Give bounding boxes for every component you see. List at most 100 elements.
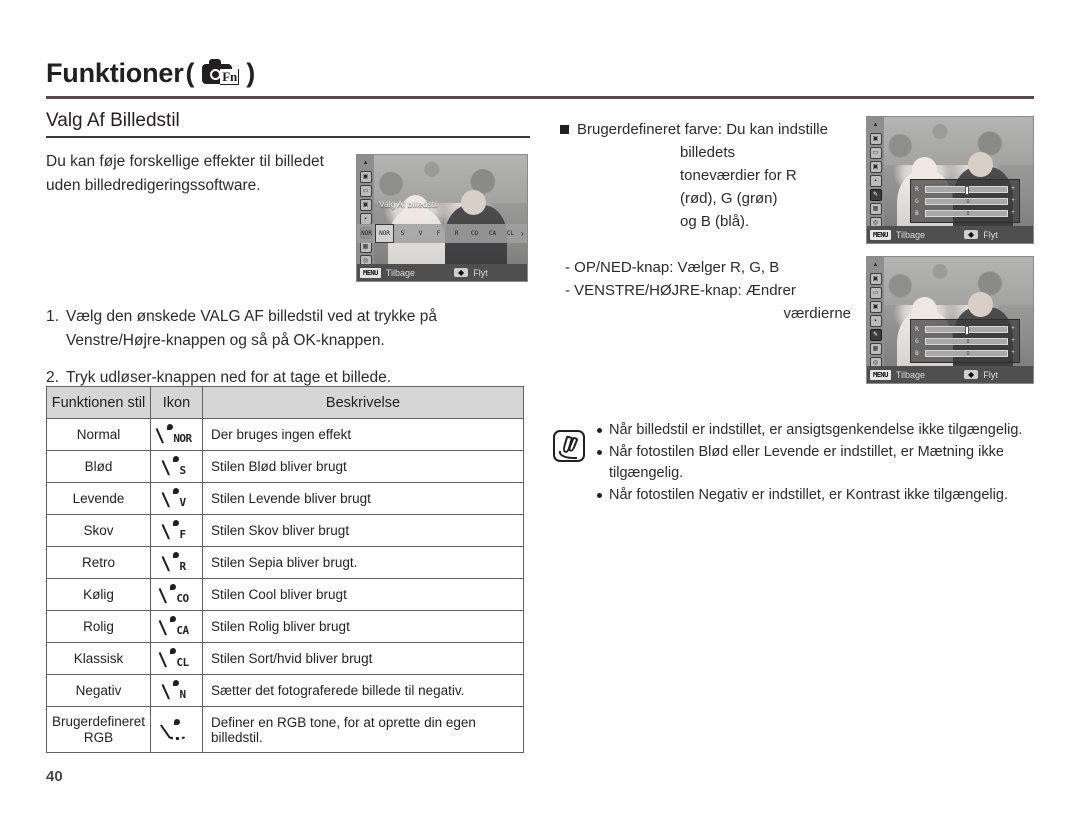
col-header-style: Funktionen stil: [46, 386, 151, 419]
cell-style: Rolig: [46, 610, 151, 643]
note-text: Når fotostilen Negativ er indstillet, er…: [609, 487, 1008, 503]
note-text: Når billedstil er indstillet, er ansigts…: [609, 422, 1023, 438]
brush-glyph: [168, 719, 182, 740]
lcd-icon-drive[interactable]: ▪: [869, 315, 882, 327]
lcd-rgb-row-g[interactable]: G 0 +: [915, 336, 1015, 346]
lcd-move-key-icon[interactable]: ◆: [964, 370, 979, 379]
lcd-menu-key[interactable]: MENU: [360, 267, 381, 278]
style-icon-suffix: NOR: [173, 432, 192, 445]
lcd-style-item[interactable]: NOR: [358, 225, 375, 242]
lcd-rgb-slider[interactable]: 0: [925, 197, 1009, 205]
cell-icon: NOR: [150, 418, 203, 451]
lcd-icon-imageadjust[interactable]: ▦: [869, 343, 882, 355]
lcd-icon-resolution[interactable]: ▣: [869, 273, 882, 285]
section-divider: [46, 136, 530, 138]
lcd-icon-drive[interactable]: ▪: [869, 175, 882, 187]
lcd-rgb-panel[interactable]: R 0 + G 0 + B 0 +: [910, 319, 1020, 363]
lcd-icon-quality[interactable]: ▭: [869, 147, 882, 159]
lcd-bottom-bar: MENU Tilbage ◆ Flyt: [867, 366, 1033, 383]
lcd-icon-metering[interactable]: ▣: [869, 161, 882, 173]
lcd-style-item[interactable]: F: [430, 225, 447, 242]
lcd-back-label: Tilbage: [385, 267, 416, 278]
lcd-rgb-panel[interactable]: R 0 + G 0 + B 0 +: [910, 179, 1020, 223]
lcd-move-key-icon[interactable]: ◆: [964, 230, 979, 239]
lcd-rgb-plus-icon: +: [1011, 338, 1015, 344]
cell-desc: Stilen Skov bliver brugt: [202, 514, 524, 547]
brush-glyph: [164, 584, 178, 605]
style-brush-icon: CL: [164, 645, 189, 669]
cell-icon: F: [150, 514, 203, 547]
lcd-icon-resolution[interactable]: ▣: [359, 171, 372, 183]
lcd-more-arrow-icon[interactable]: ›: [521, 229, 524, 238]
lcd-rgb-row-r[interactable]: R 0 +: [915, 324, 1015, 335]
cell-desc: Stilen Cool bliver brugt: [202, 578, 524, 611]
lcd-rgb-value: 0: [966, 350, 970, 357]
lcd-style-item[interactable]: CA: [484, 225, 501, 242]
lcd-rgb-row-g[interactable]: G 0 +: [915, 196, 1015, 206]
lcd-rgb-slider[interactable]: 0: [925, 325, 1009, 335]
lcd-back-label: Tilbage: [895, 229, 926, 240]
list-item: 1. Vælg den ønskede VALG AF billedstil v…: [46, 305, 530, 353]
lcd-icon-photostyle[interactable]: ✎: [869, 329, 882, 341]
cell-desc: Der bruges ingen effekt: [202, 418, 524, 451]
lcd-icon-metering[interactable]: ▣: [869, 301, 882, 313]
lcd-rgb-slider[interactable]: 0: [925, 185, 1009, 195]
table-row: Klassisk CL Stilen Sort/hvid bliver brug…: [46, 642, 524, 675]
table-header: Funktionen stil Ikon Beskrivelse: [46, 386, 524, 419]
cell-style: Normal: [46, 418, 151, 451]
lcd-menu-key[interactable]: MENU: [870, 229, 891, 240]
intro-paragraph: Du kan føje forskellige effekter til bil…: [46, 153, 324, 194]
square-bullet-icon: [560, 125, 569, 134]
lcd-icon-up-arrow[interactable]: ▲: [870, 259, 882, 271]
lcd-icon-quality[interactable]: ▭: [869, 287, 882, 299]
lcd-icon-imageadjust[interactable]: ▦: [869, 203, 882, 215]
key-line-1: - OP/NED-knap: Vælger R, G, B: [565, 259, 780, 276]
lcd-style-item[interactable]: CO: [466, 225, 483, 242]
lcd-icon-resolution[interactable]: ▣: [869, 133, 882, 145]
lcd-rgb-value: 0: [966, 338, 970, 345]
list-item: Når fotostilen Negativ er indstillet, er…: [597, 485, 1045, 506]
lcd-style-item-selected[interactable]: NOR: [375, 224, 394, 243]
bullet-cont-3: (rød), G (grøn): [680, 190, 778, 207]
bullet-cont-1: billedets: [680, 144, 736, 161]
lcd-style-item[interactable]: CL: [502, 225, 519, 242]
lcd-icon-up-arrow[interactable]: ▲: [360, 157, 372, 169]
lcd-style-item[interactable]: R: [448, 225, 465, 242]
lcd-icon-photostyle[interactable]: ✎: [869, 189, 882, 201]
cell-style: Levende: [46, 482, 151, 515]
lcd-menu-key[interactable]: MENU: [870, 369, 891, 380]
cell-style: Blød: [46, 450, 151, 483]
chapter-title: Funktioner ( Fn ): [46, 58, 1034, 93]
cell-icon: CL: [150, 642, 203, 675]
header-divider: [46, 96, 1034, 99]
list-item: Når billedstil er indstillet, er ansigts…: [597, 420, 1045, 441]
step-number: 1.: [46, 308, 59, 325]
key-line-3: værdierne: [783, 305, 851, 322]
table-row: Negativ N Sætter det fotograferede bille…: [46, 674, 524, 707]
lcd-rgb-knob[interactable]: [965, 325, 970, 335]
lcd-rgb-slider[interactable]: 0: [925, 337, 1009, 345]
lcd-style-strip[interactable]: NOR NOR S V F R CO CA CL ›: [357, 224, 527, 243]
brush-glyph: [167, 680, 181, 701]
lcd-rgb-row-b[interactable]: B 0 +: [915, 348, 1015, 358]
style-brush-icon: NOR: [161, 421, 192, 445]
style-brush-icon: CA: [164, 613, 189, 637]
lcd-icon-up-arrow[interactable]: ▲: [870, 119, 882, 131]
cell-style: Klassisk: [46, 642, 151, 675]
lcd-rgb-row-b[interactable]: B 0 +: [915, 208, 1015, 218]
lcd-icon-metering[interactable]: ▣: [359, 199, 372, 211]
lcd-rgb-slider[interactable]: 0: [925, 349, 1009, 357]
brush-glyph: [167, 456, 181, 477]
table-row: Blød S Stilen Blød bliver brugt: [46, 450, 524, 483]
lcd-photo-background: [867, 257, 1033, 305]
lcd-rgb-row-r[interactable]: R 0 +: [915, 184, 1015, 195]
lcd-move-key-icon[interactable]: ◆: [454, 268, 469, 277]
table-body: Normal NOR Der bruges ingen effekt Blød …: [46, 418, 524, 753]
lcd-rgb-slider[interactable]: 0: [925, 209, 1009, 217]
style-brush-icon: S: [167, 453, 186, 477]
lcd-icon-quality[interactable]: ▭: [359, 185, 372, 197]
lcd-style-item[interactable]: V: [412, 225, 429, 242]
lcd-style-item[interactable]: S: [394, 225, 411, 242]
brush-glyph: [167, 488, 181, 509]
lcd-rgb-knob[interactable]: [965, 185, 970, 195]
